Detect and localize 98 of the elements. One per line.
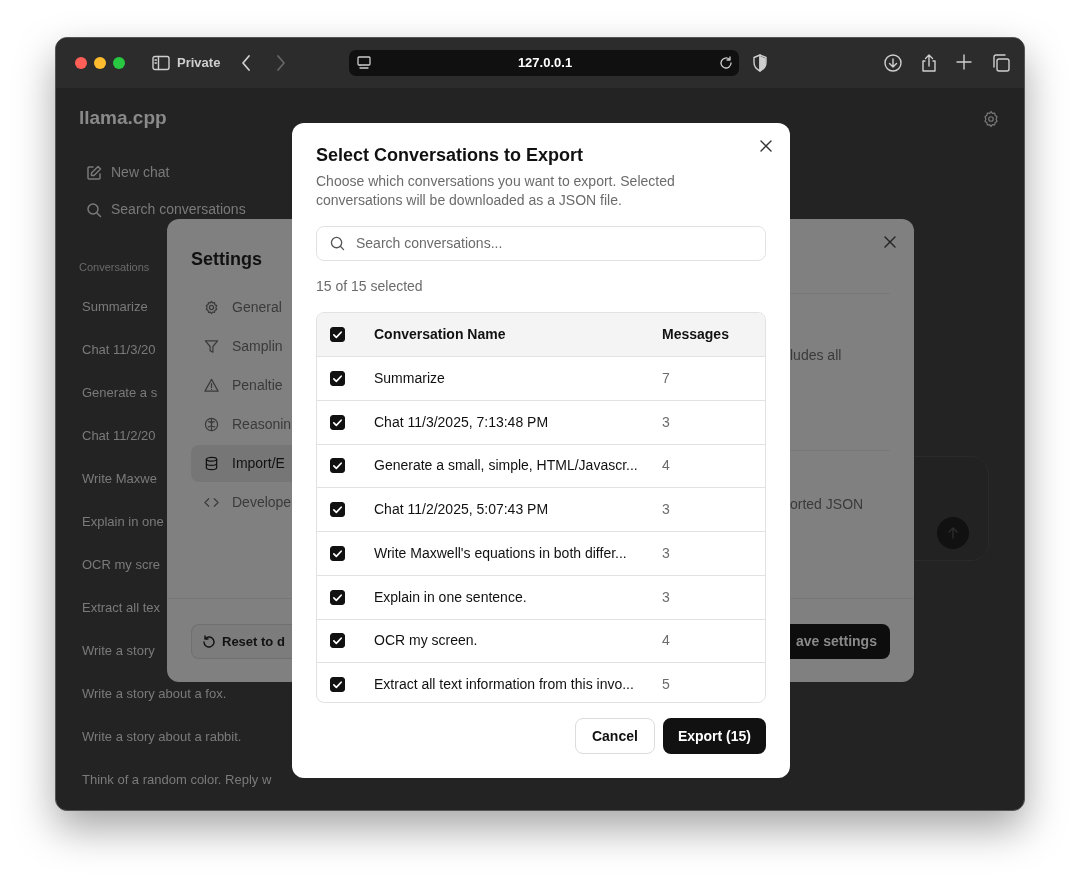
conversation-item[interactable]: Extract all tex xyxy=(56,586,161,629)
conversation-item[interactable]: OCR my scre xyxy=(56,543,160,586)
dialog-title: Settings xyxy=(191,248,263,271)
conversation-item[interactable]: Think of a random color. Reply w xyxy=(56,758,272,801)
new-action[interactable]: New chat xyxy=(86,154,170,191)
column-header: Messages xyxy=(662,325,729,344)
setting-description: ludes all xyxy=(790,346,843,365)
close-icon xyxy=(760,140,772,152)
settings-tab[interactable]: Reasonin xyxy=(191,406,292,443)
back-button[interactable] xyxy=(241,54,251,72)
setting-description: orted JSON xyxy=(790,495,865,514)
checkbox[interactable] xyxy=(330,327,345,342)
table-cell-text: Extract all text information from this invo... xyxy=(374,675,635,695)
check-icon xyxy=(332,635,343,647)
close-button[interactable] xyxy=(760,140,772,152)
conversation-item[interactable]: Write a story about a fox. xyxy=(56,672,227,715)
checkbox[interactable] xyxy=(330,545,345,561)
check-icon xyxy=(332,416,343,428)
export-button[interactable]: Export (15) xyxy=(662,718,766,754)
conversation-item[interactable]: Chat 11/3/20 xyxy=(56,328,156,371)
cancel-button[interactable]: Cancel xyxy=(574,718,655,754)
table-cell-text: 5 xyxy=(662,675,670,695)
save-button[interactable]: ave settings xyxy=(790,624,890,659)
table-cell-text: 4 xyxy=(662,631,670,651)
checkbox[interactable] xyxy=(330,633,345,649)
settings-tab[interactable]: Penaltie xyxy=(191,367,292,404)
search-action[interactable]: Search conversations xyxy=(86,191,246,228)
checkbox[interactable] xyxy=(330,502,345,518)
private-label: Private xyxy=(177,54,222,73)
gear-icon xyxy=(204,300,219,315)
conversation-item[interactable]: Summarize xyxy=(56,285,148,328)
table-cell-text: Generate a small, simple, HTML/Javascr... xyxy=(374,456,639,476)
table-cell-text: Write Maxwell's equations in both differ... xyxy=(374,543,628,563)
close-icon xyxy=(884,236,896,248)
check-icon xyxy=(332,372,343,384)
download-icon[interactable] xyxy=(884,54,902,72)
code-icon xyxy=(204,495,219,510)
table-cell-text: 4 xyxy=(662,456,670,476)
conversation-item[interactable]: Explain in one xyxy=(56,500,164,543)
column-header: Conversation Name xyxy=(374,325,507,344)
window-control[interactable] xyxy=(75,57,87,69)
app-title: llama.cpp xyxy=(79,106,167,130)
dialog-title: Select Conversations to Export xyxy=(316,144,585,167)
settings-tab[interactable]: General xyxy=(191,289,292,326)
conversation-item[interactable]: Generate a s xyxy=(56,371,158,414)
search-field[interactable]: Search conversations... xyxy=(316,226,766,261)
conversation-item[interactable]: Write Maxwe xyxy=(56,457,157,500)
check-icon xyxy=(332,460,343,472)
check-icon xyxy=(332,547,343,559)
new-tab-icon[interactable] xyxy=(956,54,972,72)
conversation-item[interactable]: Write a story xyxy=(56,629,155,672)
tabs-icon[interactable] xyxy=(992,54,1010,72)
table-cell-text: Chat 11/3/2025, 7:13:48 PM xyxy=(374,412,550,432)
table-cell-text: OCR my screen. xyxy=(374,631,479,651)
checkbox[interactable] xyxy=(330,414,345,430)
share-icon[interactable] xyxy=(920,54,938,72)
reset-icon xyxy=(202,634,216,649)
conversation-item[interactable]: Chat 11/2/20 xyxy=(56,414,156,457)
table-cell-text: 3 xyxy=(662,500,670,520)
reload-icon[interactable] xyxy=(719,56,733,70)
table-cell-text: 7 xyxy=(662,368,670,388)
checkbox[interactable] xyxy=(330,370,345,386)
settings-tab[interactable]: Import/E xyxy=(191,445,292,482)
search-icon xyxy=(86,201,102,218)
arrow-up-icon xyxy=(946,526,960,540)
selection-count: 15 of 15 selected xyxy=(316,277,424,296)
settings-tab[interactable]: Develope xyxy=(191,484,292,521)
address-text: 127.0.0.1 xyxy=(516,54,574,73)
reset-button[interactable]: Reset to d xyxy=(191,624,292,659)
dialog-description: Choose which conversations you want to export. Selected conversations will be downloaded as a JSON file. xyxy=(316,172,676,210)
sidebar-icon[interactable] xyxy=(152,55,170,71)
check-icon xyxy=(332,679,343,691)
table-cell-text: 3 xyxy=(662,543,670,563)
page-icon[interactable] xyxy=(357,56,371,70)
table-cell-text: Explain in one sentence. xyxy=(374,587,528,607)
warning-icon xyxy=(204,378,219,393)
settings-tab[interactable]: Samplin xyxy=(191,328,292,365)
checkbox[interactable] xyxy=(330,589,345,605)
address-bar[interactable]: 127.0.0.1 xyxy=(349,50,739,76)
table-cell-text: 3 xyxy=(662,412,670,432)
edit-icon xyxy=(86,164,102,181)
table-cell-text: 3 xyxy=(662,587,670,607)
settings-icon[interactable] xyxy=(982,110,1000,128)
search-icon xyxy=(330,236,345,251)
table-cell-text: Summarize xyxy=(374,368,446,388)
checkbox[interactable] xyxy=(330,458,345,474)
check-icon xyxy=(332,591,343,603)
section-label: Conversations xyxy=(79,260,150,275)
checkbox[interactable] xyxy=(330,677,345,693)
conversation-item[interactable]: Write a story about a rabbit. xyxy=(56,715,242,758)
shield-icon[interactable] xyxy=(752,54,768,72)
funnel-icon xyxy=(204,339,219,354)
check-icon xyxy=(332,504,343,516)
window-control[interactable] xyxy=(113,57,125,69)
window-control[interactable] xyxy=(94,57,106,69)
check-icon xyxy=(332,329,343,340)
database-icon xyxy=(204,456,219,471)
table-cell-text: Chat 11/2/2025, 5:07:43 PM xyxy=(374,500,550,520)
